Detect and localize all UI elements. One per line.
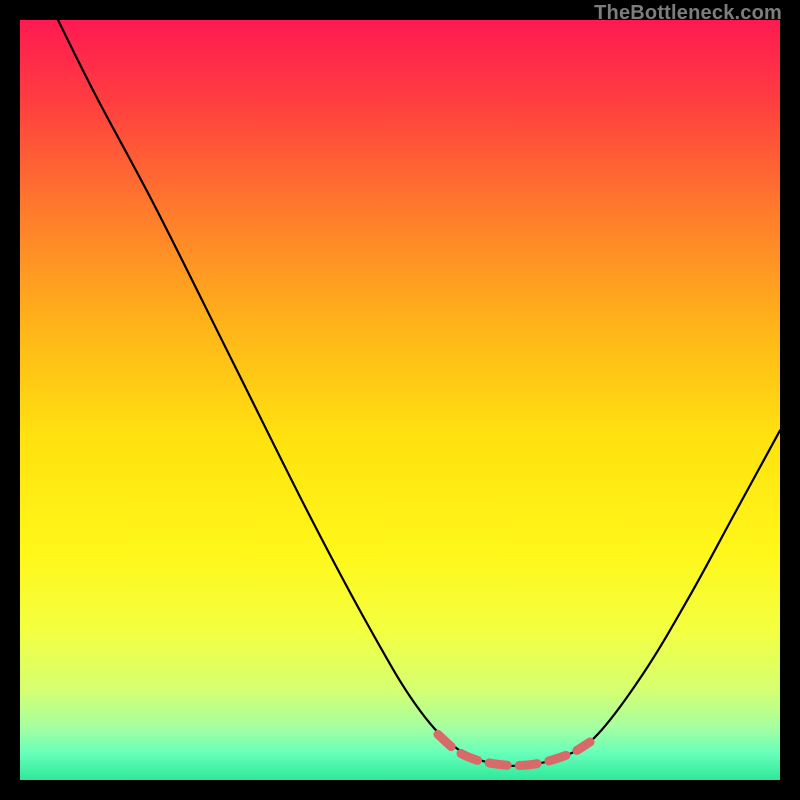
plot-area [20,20,780,780]
bottleneck-chart [20,20,780,780]
chart-background [20,20,780,780]
watermark-text: TheBottleneck.com [594,2,782,25]
